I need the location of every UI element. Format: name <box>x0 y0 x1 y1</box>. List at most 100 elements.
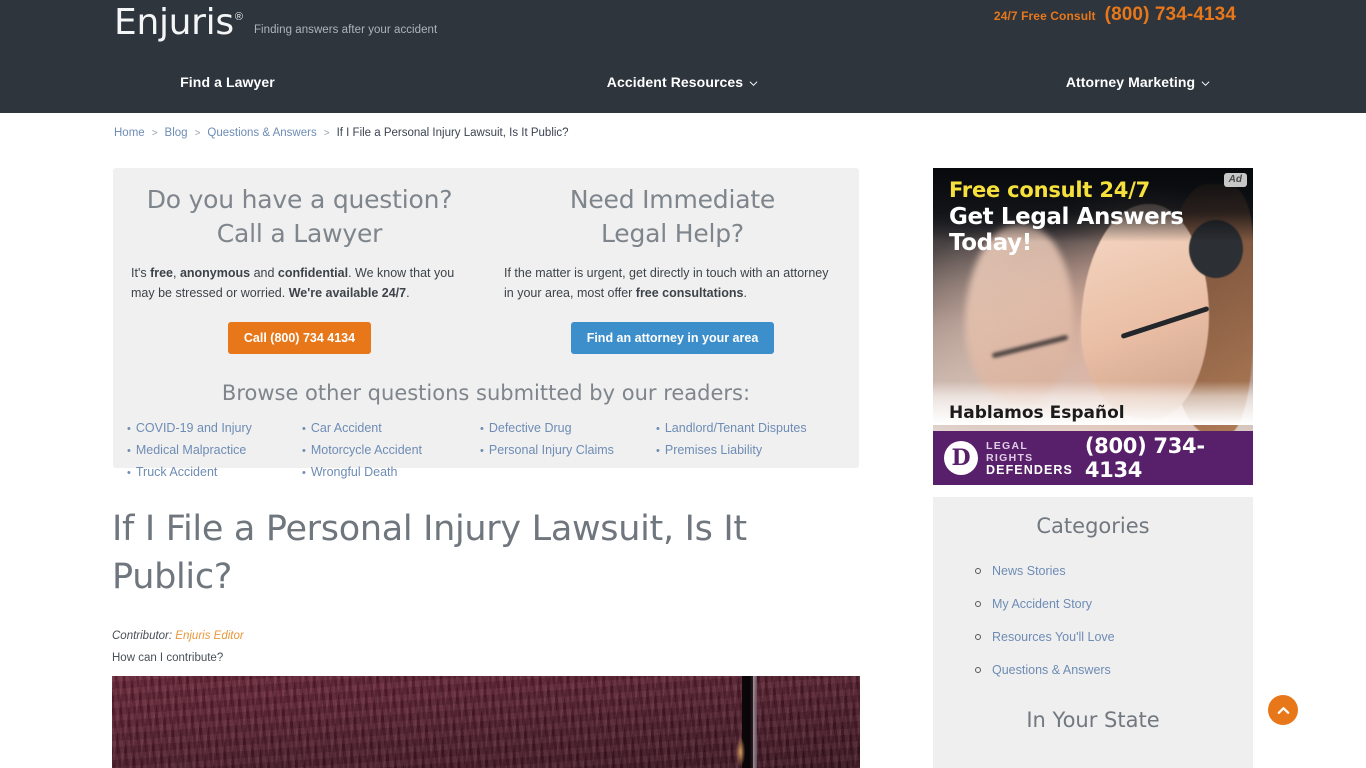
ad-espanol-text: Hablamos Español <box>949 403 1125 423</box>
breadcrumb-item-home[interactable]: Home <box>114 127 145 139</box>
ad-headline-secondary: Get Legal Answers Today! <box>949 204 1184 256</box>
question-callout-panel: Do you have a question? Call a Lawyer It… <box>113 168 859 479</box>
legal-rights-defenders-logo-icon: D <box>944 441 978 475</box>
ad-brand-line2: DEFENDERS <box>986 463 1073 477</box>
category-item-resources-youll-love[interactable]: Resources You'll Love <box>975 620 1253 653</box>
question-link-wrongful-death[interactable]: Wrongful Death <box>302 465 480 479</box>
ad-footer-bar[interactable]: D LEGAL RIGHTS DEFENDERS (800) 734-4134 <box>933 431 1253 485</box>
callout-right-heading-line1: Need Immediate <box>569 185 776 214</box>
nav-label: Attorney Marketing <box>1065 74 1196 90</box>
header-consult-block[interactable]: 24/7 Free Consult (800) 734-4134 <box>994 4 1236 26</box>
article-hero-image <box>112 676 860 768</box>
ad-brand-name: LEGAL RIGHTS DEFENDERS <box>986 440 1075 476</box>
question-link-covid-19-and-injury[interactable]: COVID-19 and Injury <box>127 421 302 435</box>
question-link-car-accident[interactable]: Car Accident <box>302 421 480 435</box>
body-text: It's <box>131 266 151 280</box>
consult-label: 24/7 Free Consult <box>993 9 1096 23</box>
logo-letter: D <box>951 445 971 471</box>
callout-left-heading: Do you have a question? Call a Lawyer <box>131 183 468 251</box>
category-item-questions-answers[interactable]: Questions & Answers <box>975 653 1253 686</box>
nav-label: Accident Resources <box>606 74 744 90</box>
breadcrumb: Home > Blog > Questions & Answers > If I… <box>114 127 569 139</box>
scroll-to-top-button[interactable] <box>1268 695 1298 725</box>
category-item-my-accident-story[interactable]: My Accident Story <box>975 587 1253 620</box>
callout-right-heading: Need Immediate Legal Help? <box>504 183 841 251</box>
site-logo[interactable]: Enjuris ® Finding answers after your acc… <box>114 2 437 43</box>
circle-bullet-icon <box>975 666 981 673</box>
page-title: If I File a Personal Injury Lawsuit, Is … <box>112 509 747 597</box>
question-link-motorcycle-accident[interactable]: Motorcycle Accident <box>302 443 480 457</box>
browse-questions-links: COVID-19 and Injury Medical Malpractice … <box>113 421 859 479</box>
body-bold: confidential <box>277 266 349 280</box>
nav-label: Find a Lawyer <box>180 74 275 90</box>
category-label: Resources You'll Love <box>992 629 1115 644</box>
logo-tagline: Finding answers after your accident <box>253 24 438 36</box>
breadcrumb-current-page: If I File a Personal Injury Lawsuit, Is … <box>336 127 569 139</box>
categories-list: News Stories My Accident Story Resources… <box>933 554 1253 686</box>
logo-wordmark: Enjuris <box>114 2 234 43</box>
body-text: , <box>173 266 180 280</box>
breadcrumb-item-questions-answers[interactable]: Questions & Answers <box>207 127 316 139</box>
body-text: . <box>743 286 747 300</box>
circle-bullet-icon <box>975 567 981 574</box>
categories-heading: Categories <box>1036 514 1150 538</box>
circle-bullet-icon <box>975 633 981 640</box>
question-link-medical-malpractice[interactable]: Medical Malpractice <box>127 443 302 457</box>
browse-questions-heading: Browse other questions submitted by our … <box>221 381 751 405</box>
body-text: . <box>406 286 410 300</box>
question-link-landlord-tenant-disputes[interactable]: Landlord/Tenant Disputes <box>656 421 836 435</box>
callout-left-body: It's free, anonymous and confidential. W… <box>131 263 468 303</box>
call-lawyer-button[interactable]: Call (800) 734 4134 <box>227 322 372 354</box>
body-bold: We're available 24/7 <box>288 286 407 300</box>
callout-right-heading-line2: Legal Help? <box>600 219 744 248</box>
circle-bullet-icon <box>975 600 981 607</box>
registered-trademark-icon: ® <box>234 11 243 23</box>
nav-item-find-a-lawyer[interactable]: Find a Lawyer <box>0 62 455 102</box>
sidebar-advertisement[interactable]: Free consult 24/7 Get Legal Answers Toda… <box>933 168 1253 485</box>
in-your-state-heading: In Your State <box>1026 708 1160 732</box>
how-can-i-contribute-link[interactable]: How can I contribute? <box>112 652 223 664</box>
sidebar-categories-panel: Categories News Stories My Accident Stor… <box>933 497 1253 768</box>
contributor-name-link[interactable]: Enjuris Editor <box>175 630 243 642</box>
callout-left-heading-line2: Call a Lawyer <box>216 219 383 248</box>
breadcrumb-separator: > <box>151 127 158 139</box>
category-item-news-stories[interactable]: News Stories <box>975 554 1253 587</box>
body-bold: free consultations <box>635 286 744 300</box>
ad-phone-number[interactable]: (800) 734-4134 <box>1085 434 1253 482</box>
nav-item-attorney-marketing[interactable]: Attorney Marketing <box>910 62 1366 102</box>
contributor-label: Contributor: <box>112 630 173 642</box>
contributor-line: Contributor: Enjuris Editor <box>112 630 244 642</box>
find-attorney-button[interactable]: Find an attorney in your area <box>570 322 775 354</box>
body-bold: free <box>150 266 173 280</box>
callout-right-body: If the matter is urgent, get directly in… <box>504 263 841 303</box>
ad-headline-primary: Free consult 24/7 <box>949 178 1151 202</box>
chevron-down-icon <box>1201 79 1210 88</box>
callout-left-heading-line1: Do you have a question? <box>146 185 453 214</box>
category-label: My Accident Story <box>992 596 1093 611</box>
main-navigation: Find a Lawyer Accident Resources Attorne… <box>0 62 1366 102</box>
callout-right-column: Need Immediate Legal Help? If the matter… <box>486 183 859 354</box>
body-bold: anonymous <box>179 266 251 280</box>
ad-badge[interactable]: Ad <box>1223 173 1247 187</box>
category-label: News Stories <box>992 563 1066 578</box>
article-hero-image-spot <box>736 738 745 766</box>
ad-brand-line1: LEGAL RIGHTS <box>986 440 1034 464</box>
breadcrumb-separator: > <box>323 127 330 139</box>
site-header: Enjuris ® Finding answers after your acc… <box>0 0 1366 113</box>
chevron-up-icon <box>1277 706 1289 714</box>
question-link-truck-accident[interactable]: Truck Accident <box>127 465 302 479</box>
question-link-column: Landlord/Tenant Disputes Premises Liabil… <box>656 421 836 479</box>
breadcrumb-separator: > <box>194 127 201 139</box>
body-text: and <box>250 266 278 280</box>
question-link-column: COVID-19 and Injury Medical Malpractice … <box>127 421 302 479</box>
question-link-personal-injury-claims[interactable]: Personal Injury Claims <box>480 443 656 457</box>
question-link-column: Car Accident Motorcycle Accident Wrongfu… <box>302 421 480 479</box>
callout-left-column: Do you have a question? Call a Lawyer It… <box>113 183 486 354</box>
chevron-down-icon <box>749 79 758 88</box>
category-label: Questions & Answers <box>992 662 1111 677</box>
breadcrumb-item-blog[interactable]: Blog <box>165 127 188 139</box>
nav-item-accident-resources[interactable]: Accident Resources <box>455 62 910 102</box>
consult-phone-number[interactable]: (800) 734-4134 <box>1105 4 1236 26</box>
question-link-defective-drug[interactable]: Defective Drug <box>480 421 656 435</box>
question-link-premises-liability[interactable]: Premises Liability <box>656 443 836 457</box>
